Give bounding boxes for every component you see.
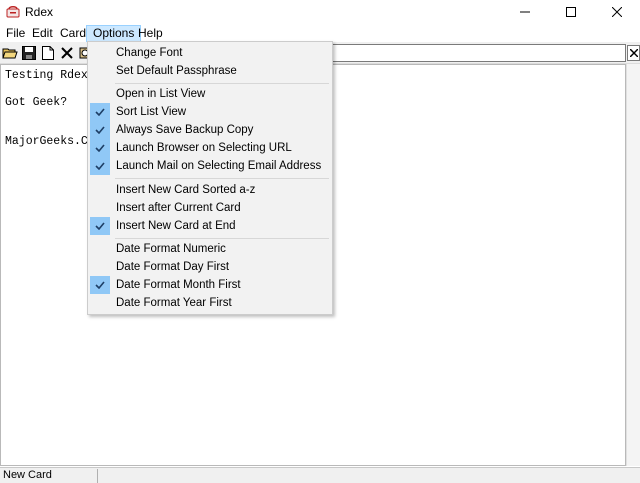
menu-separator	[115, 83, 329, 84]
title-bar[interactable]: Rdex	[0, 0, 640, 24]
editor-line: MajorGeeks.Co	[5, 135, 95, 148]
menu-item-label: Insert after Current Card	[116, 202, 241, 214]
minimize-button[interactable]	[502, 0, 548, 24]
menu-bar: File Edit Card Options Help	[0, 24, 640, 42]
menu-item-label: Date Format Year First	[116, 297, 232, 309]
editor-line: Got Geek?	[5, 96, 68, 109]
check-icon	[90, 121, 110, 139]
menu-item-label: Date Format Month First	[116, 279, 241, 291]
open-folder-icon	[2, 48, 18, 59]
close-button[interactable]	[594, 0, 640, 24]
menu-item-open-in-list-view[interactable]: Open in List View	[90, 85, 330, 103]
open-button[interactable]	[1, 44, 19, 62]
delete-button[interactable]	[58, 44, 76, 62]
delete-icon	[61, 47, 73, 59]
check-icon	[90, 139, 110, 157]
search-input[interactable]	[325, 44, 626, 62]
menu-separator	[115, 178, 329, 179]
check-icon	[90, 103, 110, 121]
menu-separator	[115, 238, 329, 239]
editor-line: Testing Rdex	[5, 69, 88, 82]
check-icon	[90, 217, 110, 235]
menu-item-label: Open in List View	[116, 88, 206, 100]
menu-item-always-save-backup-copy[interactable]: Always Save Backup Copy	[90, 121, 330, 139]
window-title: Rdex	[25, 5, 54, 19]
save-button[interactable]	[20, 44, 38, 62]
new-card-icon	[42, 46, 54, 60]
menu-item-label: Sort List View	[116, 106, 187, 118]
menu-item-label: Launch Mail on Selecting Email Address	[116, 160, 322, 172]
menu-item-insert-at-end[interactable]: Insert New Card at End	[90, 217, 330, 235]
menu-item-label: Date Format Numeric	[116, 243, 226, 255]
menu-item-date-format-day-first[interactable]: Date Format Day First	[90, 258, 330, 276]
clear-search-button[interactable]	[627, 45, 640, 61]
check-icon	[90, 157, 110, 175]
menu-item-label: Insert New Card at End	[116, 220, 236, 232]
menu-item-date-format-numeric[interactable]: Date Format Numeric	[90, 240, 330, 258]
menu-item-label: Always Save Backup Copy	[116, 124, 254, 136]
check-icon	[90, 276, 110, 294]
close-icon	[629, 49, 638, 57]
menu-item-set-default-passphrase[interactable]: Set Default Passphrase	[90, 62, 330, 80]
menu-item-launch-browser-on-url[interactable]: Launch Browser on Selecting URL	[90, 139, 330, 157]
options-menu-dropdown: Change Font Set Default Passphrase Open …	[87, 41, 333, 315]
menu-item-date-format-year-first[interactable]: Date Format Year First	[90, 294, 330, 312]
menu-item-label: Launch Browser on Selecting URL	[116, 142, 292, 154]
menu-help[interactable]: Help	[132, 25, 169, 42]
menu-item-launch-mail-on-email[interactable]: Launch Mail on Selecting Email Address	[90, 157, 330, 175]
maximize-button[interactable]	[548, 0, 594, 24]
menu-item-date-format-month-first[interactable]: Date Format Month First	[90, 276, 330, 294]
status-text: New Card	[2, 469, 98, 483]
menu-item-insert-sorted[interactable]: Insert New Card Sorted a-z	[90, 181, 330, 199]
menu-item-insert-after-current[interactable]: Insert after Current Card	[90, 199, 330, 217]
rdex-icon[interactable]	[6, 5, 20, 18]
menu-item-label: Set Default Passphrase	[116, 65, 237, 77]
menu-item-label: Insert New Card Sorted a-z	[116, 184, 256, 196]
menu-item-label: Date Format Day First	[116, 261, 230, 273]
new-card-button[interactable]	[39, 44, 57, 62]
menu-item-sort-list-view[interactable]: Sort List View	[90, 103, 330, 121]
save-icon	[22, 46, 36, 60]
menu-item-change-font[interactable]: Change Font	[90, 44, 330, 62]
status-bar: New Card	[0, 467, 640, 483]
vertical-scrollbar[interactable]	[626, 64, 640, 466]
menu-item-label: Change Font	[116, 47, 183, 59]
